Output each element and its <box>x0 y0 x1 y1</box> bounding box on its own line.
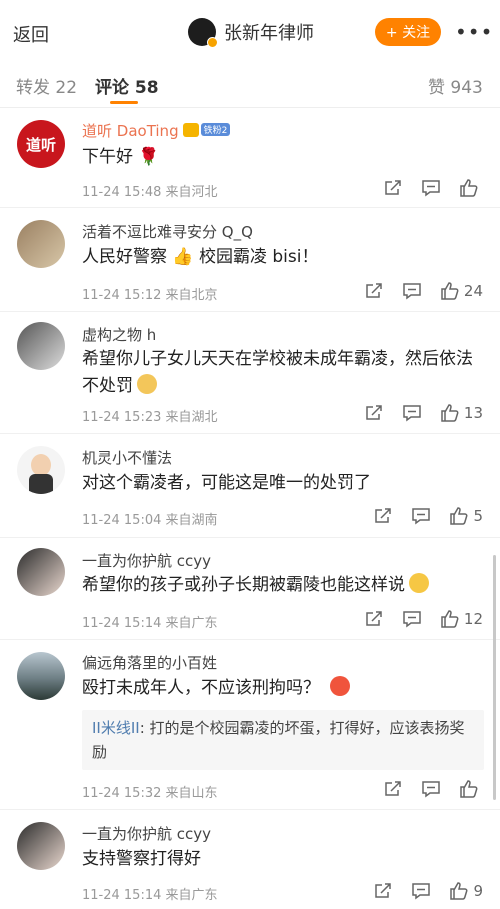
avatar[interactable] <box>17 322 65 370</box>
tab-likes[interactable]: 赞 943 <box>428 73 483 98</box>
comment-actions <box>365 779 483 799</box>
comment-text: 人民好警察 👍 校园霸凌 bisi！ <box>82 247 319 267</box>
reply-icon[interactable] <box>411 506 431 526</box>
title-area[interactable]: 张新年律师 <box>188 18 314 48</box>
reply-icon[interactable] <box>411 881 431 901</box>
comment-author[interactable]: 一直为你护航 ccyy <box>82 550 211 571</box>
comment-actions: 13 <box>346 403 483 423</box>
reply-icon[interactable] <box>421 178 441 198</box>
share-icon[interactable] <box>383 178 403 198</box>
share-icon[interactable] <box>373 881 393 901</box>
comment-meta: 11-24 15:48 来自河北 <box>82 185 218 200</box>
comment-item: 一直为你护航 ccyy 希望你的孩子或孙子长期被霸陵也能这样说 11-24 15… <box>0 538 500 640</box>
comment-meta: 11-24 15:04 来自湖南 <box>82 513 218 528</box>
avatar[interactable] <box>17 822 65 870</box>
avatar[interactable] <box>17 446 65 494</box>
author-avatar[interactable] <box>188 18 218 48</box>
reply-icon[interactable] <box>402 403 422 423</box>
comment-meta: 11-24 15:32 来自山东 <box>82 786 218 801</box>
tab-repost[interactable]: 转发 22 <box>16 73 77 98</box>
laugh-cry-emoji-icon <box>409 573 429 593</box>
fan-badge: 铁粉2 <box>200 123 231 136</box>
comment-text: 支持警察打得好 <box>82 849 201 869</box>
like-button[interactable]: 12 <box>440 609 483 629</box>
like-button[interactable] <box>459 779 483 799</box>
comment-meta: 11-24 15:14 来自广东 <box>82 616 218 631</box>
like-button[interactable]: 24 <box>440 281 483 301</box>
reply-icon[interactable] <box>402 609 422 629</box>
doge-emoji-icon <box>137 374 157 394</box>
comment-text: 希望你的孩子或孙子长期被霸陵也能这样说 <box>82 572 482 599</box>
like-button[interactable] <box>459 178 483 198</box>
tab-comments[interactable]: 评论 58 <box>95 73 159 98</box>
comment-author[interactable]: 道听 DaoTing 铁粉2 <box>82 120 231 141</box>
like-button[interactable]: 9 <box>449 881 483 901</box>
avatar[interactable] <box>17 548 65 596</box>
comment-item: 偏远角落里的小百姓 殴打未成年人，不应该刑拘吗？ II米线II: 打的是个校园霸… <box>0 640 500 810</box>
cartoon-face <box>31 454 51 476</box>
comment-text: 对这个霸凌者，可能这是唯一的处罚了 <box>82 473 371 493</box>
avatar[interactable] <box>17 652 65 700</box>
comment-actions: 24 <box>346 281 483 301</box>
like-button[interactable]: 5 <box>449 506 483 526</box>
tab-bar: 转发 22 评论 58 赞 943 <box>0 64 500 108</box>
comment-meta: 11-24 15:12 来自北京 <box>82 288 218 303</box>
top-bar: 返回 张新年律师 + 关注 ••• <box>0 0 500 64</box>
share-icon[interactable] <box>364 403 384 423</box>
share-icon[interactable] <box>383 779 403 799</box>
scrollbar[interactable] <box>493 555 496 800</box>
comment-text: 下午好 🌹 <box>82 147 160 167</box>
comment-item: 机灵小不懂法 对这个霸凌者，可能这是唯一的处罚了 11-24 15:04 来自湖… <box>0 434 500 538</box>
back-button[interactable]: 返回 <box>13 21 49 47</box>
comment-item: 活着不逗比难寻安分 Q_Q 人民好警察 👍 校园霸凌 bisi！ 11-24 1… <box>0 208 500 312</box>
tab-active-indicator <box>110 101 138 104</box>
reply-author[interactable]: II米线II <box>92 719 140 737</box>
comment-actions: 9 <box>355 881 483 901</box>
comment-item: 虚构之物 h 希望你儿子女儿天天在学校被未成年霸凌，然后依法不处罚 11-24 … <box>0 312 500 434</box>
reply-icon[interactable] <box>421 779 441 799</box>
share-icon[interactable] <box>364 609 384 629</box>
comment-author[interactable]: 一直为你护航 ccyy <box>82 823 211 844</box>
avatar[interactable]: 道听 <box>17 120 65 168</box>
comment-author[interactable]: 虚构之物 h <box>82 324 156 345</box>
comment-author[interactable]: 偏远角落里的小百姓 <box>82 652 217 673</box>
comment-actions: 12 <box>346 609 483 629</box>
page-title: 张新年律师 <box>224 23 314 44</box>
comment-meta: 11-24 15:23 来自湖北 <box>82 410 218 425</box>
angry-emoji-icon <box>330 676 350 696</box>
comment-text: 殴打未成年人，不应该刑拘吗？ <box>82 675 482 702</box>
reply-icon[interactable] <box>402 281 422 301</box>
share-icon[interactable] <box>373 506 393 526</box>
verified-icon <box>207 37 218 48</box>
follow-button[interactable]: + 关注 <box>375 18 441 46</box>
comment-item: 道听 道听 DaoTing 铁粉2 下午好 🌹 11-24 15:48 来自河北 <box>0 108 500 208</box>
comment-text: 希望你儿子女儿天天在学校被未成年霸凌，然后依法不处罚 <box>82 349 473 396</box>
like-button[interactable]: 13 <box>440 403 483 423</box>
more-icon[interactable]: ••• <box>455 20 493 44</box>
share-icon[interactable] <box>364 281 384 301</box>
cartoon-suit <box>29 474 53 494</box>
crown-icon <box>182 123 199 137</box>
comment-actions <box>365 178 483 198</box>
reply-preview[interactable]: II米线II: 打的是个校园霸凌的坏蛋，打得好，应该表扬奖励 <box>82 710 484 770</box>
comment-meta: 11-24 15:14 来自广东 <box>82 888 218 903</box>
comment-author[interactable]: 机灵小不懂法 <box>82 447 172 468</box>
comment-item: 一直为你护航 ccyy 支持警察打得好 11-24 15:14 来自广东 9 <box>0 810 500 909</box>
comment-author[interactable]: 活着不逗比难寻安分 Q_Q <box>82 221 253 242</box>
avatar[interactable] <box>17 220 65 268</box>
comment-actions: 5 <box>355 506 483 526</box>
